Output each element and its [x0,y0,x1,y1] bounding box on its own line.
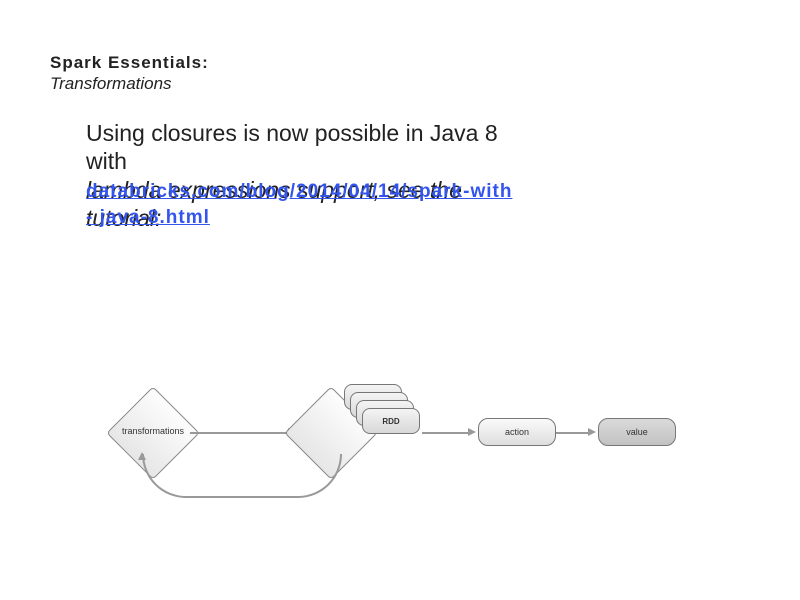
arrow-to-value [556,432,590,434]
overlay-area: lambda expressions support, see the data… [86,177,646,237]
pipeline-diagram: transformations RDD RDD RDD RDD action v… [120,370,680,500]
tutorial-link-line-2[interactable]: - java-8.html [86,207,210,229]
body-text-block: Using closures is now possible in Java 8… [86,120,646,237]
transformations-label: transformations [110,426,196,436]
action-box: action [478,418,556,446]
body-line-1: Using closures is now possible in Java 8 [86,120,646,148]
header-title: Spark Essentials: [50,52,209,73]
arrow-to-value-head [588,428,596,436]
value-box: value [598,418,676,446]
body-line-2: with [86,148,646,176]
tutorial-link-line-1[interactable]: databricks.com/blog/2014/04/14/spark-wit… [86,181,512,203]
slide-header: Spark Essentials: Transformations [50,52,209,95]
arrow-transform-forward [190,432,290,434]
arrow-loop-back-head [138,452,146,460]
rdd-box-4: RDD [362,408,420,434]
arrow-to-action [422,432,470,434]
header-subtitle: Transformations [50,73,209,94]
arrow-loop-back [142,454,342,498]
arrow-to-action-head [468,428,476,436]
